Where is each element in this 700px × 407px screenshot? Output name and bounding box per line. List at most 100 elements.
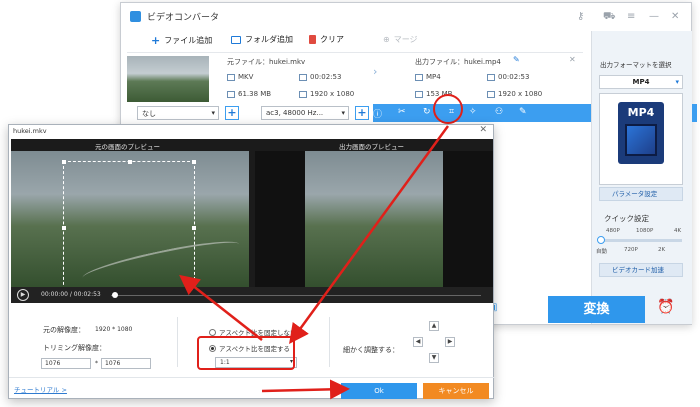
crop-selection-box[interactable]	[62, 160, 196, 296]
output-resolution: 1920 x 1080	[487, 90, 542, 98]
video-thumbnail[interactable]	[127, 56, 209, 102]
arrow-down-icon[interactable]: ▼	[429, 353, 439, 363]
ok-button[interactable]: Ok	[341, 383, 417, 399]
original-resolution-label: 元の解像度：	[43, 326, 85, 334]
file-item[interactable]: 元ファイル：hukei.mkv MKV 00:02:53 61.38 MB 19…	[127, 52, 583, 104]
arrow-up-icon[interactable]: ▲	[429, 321, 439, 331]
output-file-name: 出力ファイル：hukei.mp4	[415, 58, 501, 66]
trim-height-input[interactable]: 1076	[101, 358, 151, 369]
radio-icon	[209, 328, 216, 336]
watermark-icon[interactable]: ⚇	[495, 107, 503, 117]
output-format: MP4	[415, 73, 441, 81]
add-subtitle-button[interactable]: +	[225, 106, 239, 120]
quick-settings-label: クイック設定	[604, 214, 649, 223]
preview-area: 元の画面のプレビュー 出力画面のプレビュー	[11, 139, 493, 301]
source-size: 61.38 MB	[227, 90, 271, 98]
output-preview	[255, 151, 493, 295]
format-icon	[415, 73, 423, 81]
close-icon[interactable]: ✕	[479, 125, 487, 135]
gpu-acceleration-button[interactable]: ビデオカード加速	[599, 263, 683, 277]
source-resolution: 1920 x 1080	[299, 90, 354, 98]
add-folder-button[interactable]: フォルダ追加	[231, 34, 293, 45]
info-icon[interactable]: ⓘ	[373, 107, 382, 120]
subtitle-select[interactable]: なし ▾	[137, 106, 219, 120]
trim-separator: *	[95, 360, 98, 367]
dialog-title-bar: hukei.mkv ✕	[9, 125, 493, 139]
tick-720p: 720P	[624, 247, 638, 253]
output-preview-label: 出力画面のプレビュー	[339, 143, 404, 151]
resolution-icon	[299, 90, 307, 98]
playback-time: 00:00:00 / 00:02:53	[41, 291, 101, 298]
format-select[interactable]: MP4 ▾	[599, 75, 683, 89]
seek-bar[interactable]	[111, 295, 481, 296]
minimize-icon[interactable]: —	[649, 11, 659, 22]
crop-handle[interactable]	[62, 226, 66, 230]
quality-slider-knob[interactable]	[597, 236, 605, 244]
title-bar: ビデオコンバータ ⚷ ⛟ ≡ — ✕	[121, 3, 691, 31]
rotate-icon[interactable]: ↻	[423, 107, 431, 117]
plus-icon: +	[151, 34, 161, 47]
chevron-right-icon: ›	[373, 65, 378, 78]
arrow-right-icon[interactable]: ▶	[445, 337, 455, 347]
tick-auto: 自動	[596, 249, 608, 255]
add-audio-button[interactable]: +	[355, 106, 369, 120]
arrow-left-icon[interactable]: ◀	[413, 337, 423, 347]
original-preview-label: 元の画面のプレビュー	[95, 143, 160, 151]
clock-icon	[299, 73, 307, 81]
mp4-format-icon: MP4	[618, 102, 664, 164]
crop-handle[interactable]	[192, 160, 196, 164]
close-icon[interactable]: ✕	[671, 11, 679, 22]
source-duration: 00:02:53	[299, 73, 341, 81]
fine-adjust-pad: ▲ ◀ ▶ ▼	[409, 321, 459, 371]
parameter-settings-button[interactable]: パラメータ設定	[599, 187, 683, 201]
main-toolbar: + ファイル追加 フォルダ追加 クリア ⊕ マージ	[121, 31, 583, 51]
format-icon	[227, 73, 235, 81]
resolution-icon	[487, 90, 495, 98]
chevron-down-icon: ▾	[211, 109, 215, 117]
quality-slider[interactable]	[600, 239, 682, 242]
merge-button[interactable]: ⊕ マージ	[383, 34, 418, 45]
folder-icon	[227, 90, 235, 98]
add-file-button[interactable]: + ファイル追加	[151, 34, 212, 47]
app-title: ビデオコンバータ	[147, 13, 220, 23]
cart-icon[interactable]: ⛟	[603, 11, 616, 24]
effects-icon[interactable]: ✧	[469, 107, 477, 117]
alarm-icon[interactable]: ⏰	[657, 299, 674, 315]
playback-bar: ▶ 00:00:00 / 00:02:53	[11, 287, 493, 303]
aspect-highlight-box	[197, 336, 295, 370]
tick-4k: 4K	[674, 228, 682, 234]
format-card[interactable]: MP4	[599, 93, 683, 185]
remove-file-icon[interactable]: ✕	[569, 55, 576, 64]
clear-button[interactable]: クリア	[309, 34, 344, 45]
original-preview[interactable]	[11, 151, 249, 296]
tick-1080p: 1080P	[636, 228, 654, 234]
crop-handle[interactable]	[62, 160, 66, 164]
tutorial-link[interactable]: チュートリアル >	[14, 384, 67, 394]
tick-480p: 480P	[606, 228, 620, 234]
cut-icon[interactable]: ✂	[398, 107, 406, 117]
crop-handle[interactable]	[192, 226, 196, 230]
folder-icon	[415, 90, 423, 98]
app-logo-icon	[130, 11, 141, 22]
folder-icon	[231, 35, 241, 44]
fine-adjust-label: 細かく調整する：	[343, 346, 399, 354]
play-icon[interactable]: ▶	[17, 289, 29, 301]
seek-knob[interactable]	[112, 292, 118, 298]
cancel-button[interactable]: キャンセル	[423, 383, 489, 399]
edit-name-icon[interactable]: ✎	[513, 55, 520, 64]
tick-2k: 2K	[658, 247, 666, 253]
trash-icon	[309, 35, 316, 44]
output-settings-panel: 出力フォーマットを選択 MP4 ▾ MP4 パラメータ設定 クイック設定 480P…	[591, 31, 692, 324]
trim-width-input[interactable]: 1076	[41, 358, 91, 369]
audio-track-select[interactable]: ac3, 48000 Hz... ▾	[261, 106, 349, 120]
original-resolution-value: 1920 * 1080	[95, 326, 133, 333]
menu-icon[interactable]: ≡	[627, 11, 635, 22]
clock-icon	[487, 73, 495, 81]
key-icon[interactable]: ⚷	[577, 11, 584, 22]
output-duration: 00:02:53	[487, 73, 529, 81]
crop-handle[interactable]	[128, 160, 132, 164]
chevron-down-icon: ▾	[341, 109, 345, 117]
source-format: MKV	[227, 73, 253, 81]
edit-icon[interactable]: ✎	[519, 107, 527, 117]
convert-button[interactable]: 変換	[548, 296, 645, 323]
